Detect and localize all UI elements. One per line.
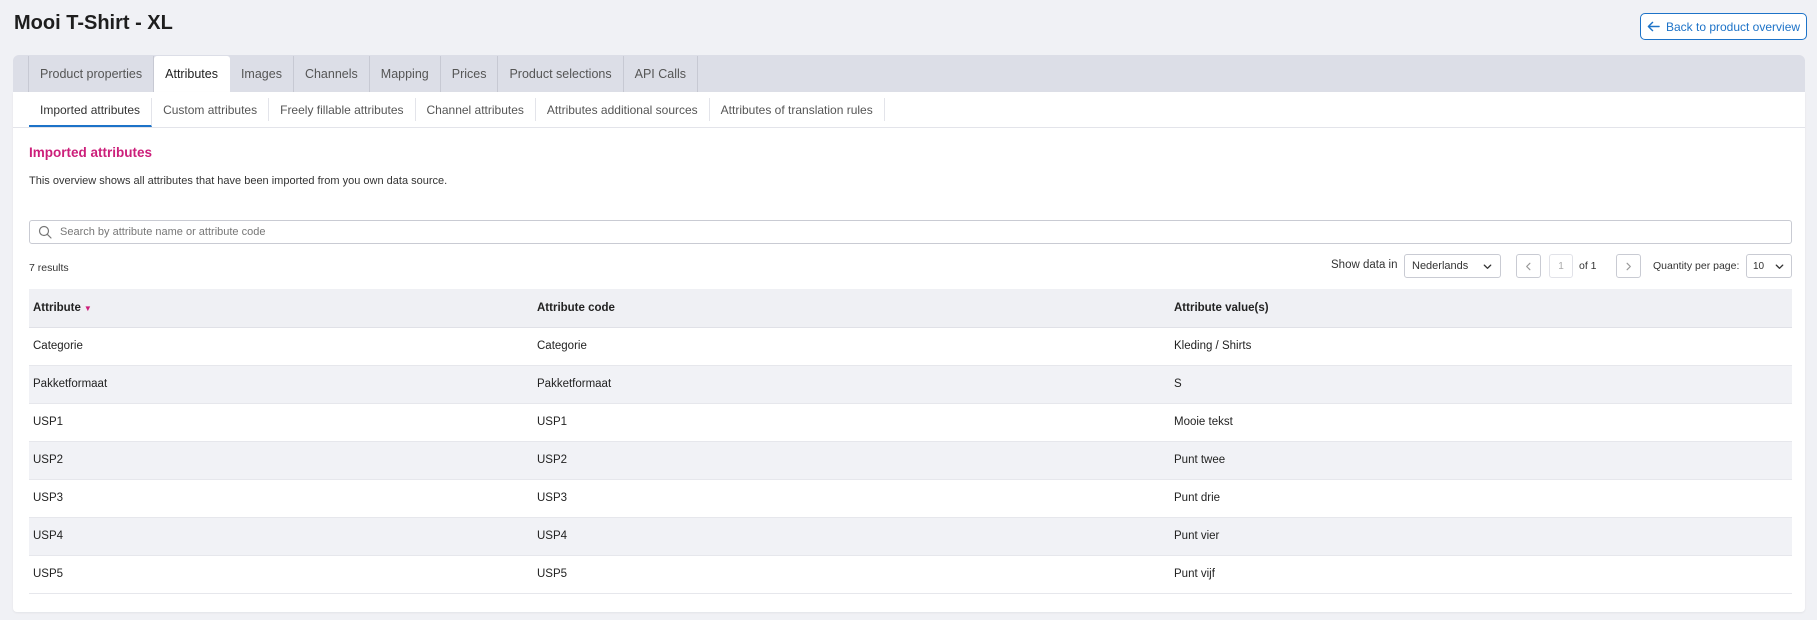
cell-attribute-code: Pakketformaat [533, 365, 1170, 404]
table-row: USP2 USP2 Punt twee [29, 441, 1792, 480]
subtabs-divider [13, 127, 1805, 128]
cell-attribute: Categorie [29, 327, 533, 366]
table-row: USP4 USP4 Punt vier [29, 517, 1792, 556]
table-row: USP5 USP5 Punt vijf [29, 555, 1792, 594]
tab-mapping[interactable]: Mapping [370, 56, 441, 92]
cell-attribute-value: Punt drie [1170, 479, 1792, 518]
tab-images[interactable]: Images [230, 56, 294, 92]
attributes-table: Attribute ▼ Attribute code Attribute valu… [29, 289, 1792, 594]
cell-attribute-value: Punt vijf [1170, 555, 1792, 594]
cell-attribute-code: USP2 [533, 441, 1170, 480]
show-data-label: Show data in [1331, 259, 1398, 271]
cell-attribute: USP5 [29, 555, 533, 594]
search-box [29, 220, 1792, 244]
language-value: Nederlands [1412, 260, 1469, 272]
chevron-down-icon [1775, 263, 1784, 269]
subtab-imported-attributes[interactable]: Imported attributes [29, 98, 153, 127]
table-header-row: Attribute ▼ Attribute code Attribute valu… [29, 289, 1792, 328]
cell-attribute: USP4 [29, 517, 533, 556]
column-header-attribute-code: Attribute code [533, 289, 1170, 328]
section-description: This overview shows all attributes that … [29, 175, 448, 187]
cell-attribute-value: Punt twee [1170, 441, 1792, 480]
back-button-label: Back to product overview [1665, 19, 1801, 34]
cell-attribute-value: Punt vier [1170, 517, 1792, 556]
previous-page-button[interactable] [1516, 254, 1541, 278]
cell-attribute-value: Mooie tekst [1170, 403, 1792, 442]
results-count: 7 results [29, 262, 69, 274]
table-row: USP3 USP3 Punt drie [29, 479, 1792, 518]
main-tabs: Product properties Attributes Images Cha… [13, 55, 1805, 92]
page-title: Mooi T-Shirt - XL [14, 12, 173, 34]
column-header-attribute[interactable]: Attribute ▼ [29, 289, 533, 328]
cell-attribute-code: USP4 [533, 517, 1170, 556]
tab-api-calls[interactable]: API Calls [624, 56, 699, 92]
search-icon [38, 225, 52, 239]
sub-tabs: Imported attributes Custom attributes Fr… [29, 92, 885, 127]
cell-attribute-value: Kleding / Shirts [1170, 327, 1792, 366]
tab-attributes[interactable]: Attributes [154, 56, 230, 92]
table-row: Categorie Categorie Kleding / Shirts [29, 327, 1792, 366]
quantity-per-page-label: Quantity per page: [1653, 260, 1740, 272]
cell-attribute: Pakketformaat [29, 365, 533, 404]
arrow-left-icon [1647, 21, 1660, 32]
tab-prices[interactable]: Prices [441, 56, 499, 92]
cell-attribute-code: USP3 [533, 479, 1170, 518]
chevron-right-icon [1626, 262, 1631, 270]
back-to-product-overview-button[interactable]: Back to product overview [1640, 13, 1807, 40]
cell-attribute: USP1 [29, 403, 533, 442]
subtab-attributes-additional-sources[interactable]: Attributes additional sources [536, 98, 710, 121]
chevron-left-icon [1526, 262, 1531, 270]
subtab-channel-attributes[interactable]: Channel attributes [416, 98, 536, 121]
next-page-button[interactable] [1616, 254, 1641, 278]
tab-product-properties[interactable]: Product properties [28, 56, 155, 92]
page-number-input[interactable] [1549, 254, 1573, 278]
subtab-freely-fillable-attributes[interactable]: Freely fillable attributes [269, 98, 416, 121]
column-header-attribute-values: Attribute value(s) [1170, 289, 1792, 328]
table-row: USP1 USP1 Mooie tekst [29, 403, 1792, 442]
language-select[interactable]: Nederlands [1404, 254, 1501, 278]
cell-attribute-code: Categorie [533, 327, 1170, 366]
subtab-custom-attributes[interactable]: Custom attributes [152, 98, 270, 121]
sort-desc-icon: ▼ [83, 303, 92, 313]
tab-channels[interactable]: Channels [294, 56, 370, 92]
quantity-per-page-select[interactable]: 10 [1746, 254, 1792, 278]
quantity-value: 10 [1753, 260, 1765, 272]
cell-attribute: USP2 [29, 441, 533, 480]
subtab-attributes-translation-rules[interactable]: Attributes of translation rules [710, 98, 885, 121]
chevron-down-icon [1483, 263, 1492, 269]
column-header-attribute-label: Attribute [33, 301, 81, 314]
attributes-panel: Imported attributes Custom attributes Fr… [13, 92, 1805, 612]
table-row: Pakketformaat Pakketformaat S [29, 365, 1792, 404]
cell-attribute: USP3 [29, 479, 533, 518]
cell-attribute-code: USP5 [533, 555, 1170, 594]
cell-attribute-value: S [1170, 365, 1792, 404]
page-of-label: of 1 [1579, 260, 1597, 272]
section-title: Imported attributes [29, 145, 153, 160]
search-input[interactable] [60, 226, 1791, 238]
tab-product-selections[interactable]: Product selections [498, 56, 624, 92]
cell-attribute-code: USP1 [533, 403, 1170, 442]
